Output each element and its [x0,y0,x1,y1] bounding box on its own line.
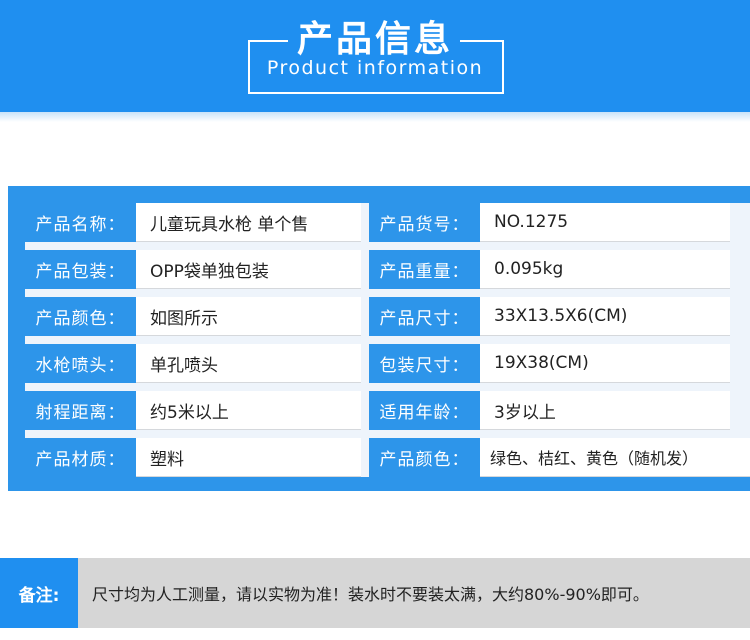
spec-label-material: 产品材质： [25,438,136,477]
spec-value-range: 约5米以上 [136,391,361,430]
spec-label-item-number: 产品货号： [369,203,480,242]
note-bar: 备注: 尺寸均为人工测量，请以实物为准！装水时不要装太满，大约80%-90%即可… [0,558,750,628]
note-text: 尺寸均为人工测量，请以实物为准！装水时不要装太满，大约80%-90%即可。 [92,585,649,604]
spec-label-name: 产品名称： [25,203,136,242]
note-label: 备注: [0,558,78,628]
spec-label-color-options: 产品颜色： [369,438,480,477]
spec-table: 产品名称： 儿童玩具水枪 单个售 产品包装： OPP袋单独包装 产品颜色： 如图… [25,203,750,477]
spec-value-color-options: 绿色、桔红、黄色（随机发） [480,438,750,477]
spec-label-range: 射程距离： [25,391,136,430]
spec-value-item-number: NO.1275 [480,203,730,242]
spec-value-packaging: OPP袋单独包装 [136,250,361,289]
spec-value-size: 33X13.5X6(CM) [480,297,730,336]
spec-value-age: 3岁以上 [480,391,730,430]
spec-value-material: 塑料 [136,438,361,477]
spec-value-nozzle: 单孔喷头 [136,344,361,383]
spec-value-color: 如图所示 [136,297,361,336]
spec-label-color: 产品颜色： [25,297,136,336]
spec-value-name: 儿童玩具水枪 单个售 [136,203,361,242]
spec-value-weight: 0.095kg [480,250,730,289]
spec-label-weight: 产品重量： [369,250,480,289]
header-shadow [0,112,750,122]
spec-label-nozzle: 水枪喷头： [25,344,136,383]
header-banner: 产品信息 Product information [0,0,750,112]
spec-label-age: 适用年龄： [369,391,480,430]
spec-value-package-size: 19X38(CM) [480,344,730,383]
spec-label-size: 产品尺寸： [369,297,480,336]
spec-table-panel: 产品名称： 儿童玩具水枪 单个售 产品包装： OPP袋单独包装 产品颜色： 如图… [8,186,750,491]
spec-label-package-size: 包装尺寸： [369,344,480,383]
spec-label-packaging: 产品包装： [25,250,136,289]
page-subtitle: Product information [266,57,484,79]
